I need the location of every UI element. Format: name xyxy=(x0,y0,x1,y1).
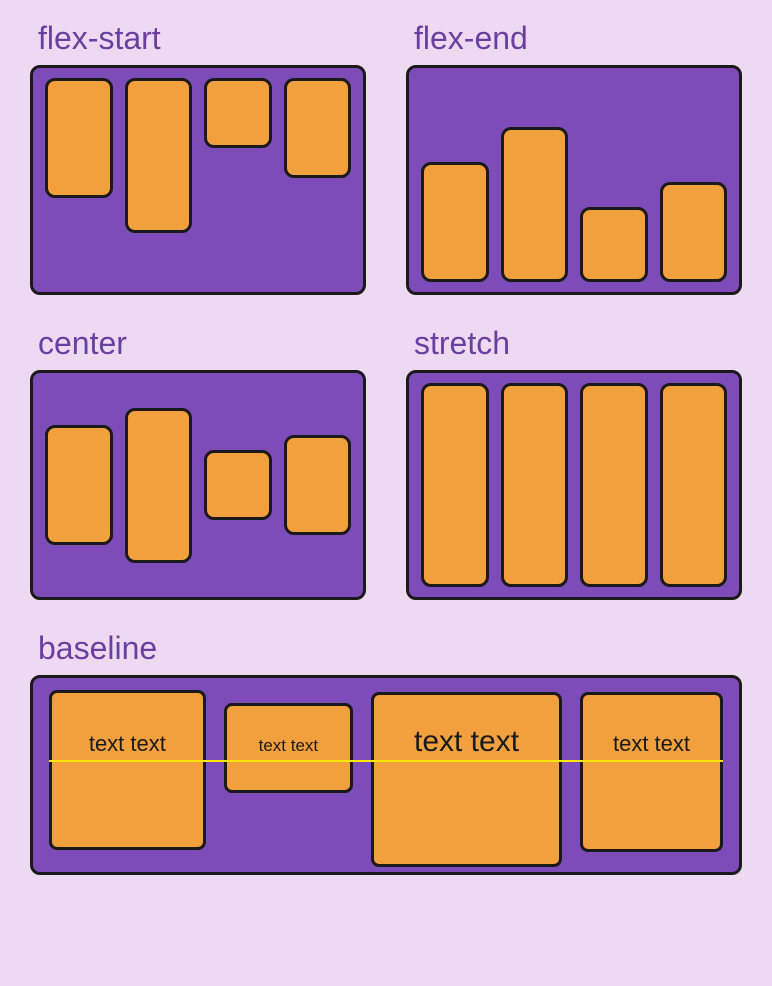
label-baseline: baseline xyxy=(30,630,742,667)
flex-item xyxy=(284,78,352,178)
flex-item xyxy=(284,435,352,535)
section-flex-start: flex-start xyxy=(30,20,366,295)
baseline-indicator-line xyxy=(49,760,723,762)
flex-item-text: text text xyxy=(224,703,353,793)
container-flex-start xyxy=(30,65,366,295)
container-baseline: text text text text text text text text xyxy=(30,675,742,875)
flex-item xyxy=(660,182,728,282)
container-center xyxy=(30,370,366,600)
flex-item-text: text text xyxy=(371,692,562,867)
label-flex-start: flex-start xyxy=(30,20,366,57)
diagram-grid: flex-start flex-end center stretch xyxy=(30,20,742,875)
flex-item xyxy=(660,383,728,587)
label-center: center xyxy=(30,325,366,362)
section-flex-end: flex-end xyxy=(406,20,742,295)
section-baseline: baseline text text text text text text t… xyxy=(30,630,742,875)
flex-item xyxy=(501,127,569,282)
label-stretch: stretch xyxy=(406,325,742,362)
flex-item xyxy=(125,78,193,233)
flex-item-text: text text xyxy=(49,690,206,850)
container-flex-end xyxy=(406,65,742,295)
flex-item xyxy=(421,162,489,282)
container-stretch xyxy=(406,370,742,600)
flex-item-text: text text xyxy=(580,692,723,852)
flex-item xyxy=(45,425,113,545)
label-flex-end: flex-end xyxy=(406,20,742,57)
flex-item xyxy=(501,383,569,587)
section-stretch: stretch xyxy=(406,325,742,600)
flex-item xyxy=(204,78,272,148)
flex-item xyxy=(580,207,648,282)
flex-item xyxy=(125,408,193,563)
flex-item xyxy=(204,450,272,520)
section-center: center xyxy=(30,325,366,600)
flex-item xyxy=(421,383,489,587)
flex-item xyxy=(45,78,113,198)
flex-item xyxy=(580,383,648,587)
